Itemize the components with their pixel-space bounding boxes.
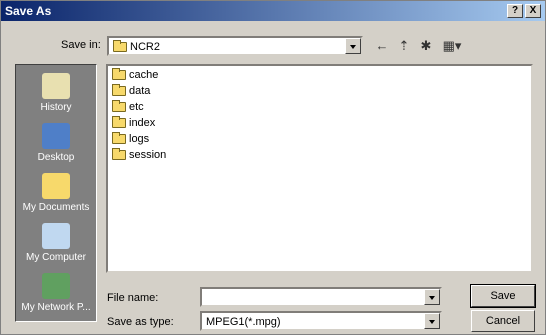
- file-list[interactable]: cache data etc index logs session: [106, 64, 533, 273]
- list-item[interactable]: session: [112, 148, 166, 162]
- folder-icon: [112, 132, 126, 145]
- list-item[interactable]: etc: [112, 100, 144, 114]
- save-as-type-dropdown[interactable]: MPEG1(*.mpg): [200, 311, 442, 331]
- folder-icon: [112, 68, 126, 81]
- cancel-button[interactable]: Cancel: [471, 310, 535, 332]
- new-folder-icon[interactable]: ✱: [417, 37, 435, 55]
- save-in-label: Save in:: [61, 39, 101, 51]
- help-button[interactable]: ?: [507, 4, 523, 18]
- file-name-label: File name:: [107, 292, 159, 304]
- window-title: Save As: [5, 4, 52, 18]
- my-computer-icon: [42, 223, 70, 249]
- chevron-down-icon[interactable]: [424, 313, 440, 329]
- list-item[interactable]: logs: [112, 132, 149, 146]
- desktop-icon: [42, 123, 70, 149]
- folder-icon: [112, 100, 126, 113]
- view-menu-icon[interactable]: ▦▾: [439, 37, 465, 55]
- title-bar: Save As ? X: [1, 1, 545, 21]
- close-button[interactable]: X: [525, 4, 541, 18]
- list-item[interactable]: data: [112, 84, 150, 98]
- history-icon: [42, 73, 70, 99]
- my-documents-icon: [42, 173, 70, 199]
- save-in-dropdown[interactable]: NCR2: [107, 36, 363, 56]
- place-history[interactable]: History: [16, 73, 96, 113]
- save-in-value: NCR2: [130, 41, 160, 53]
- chevron-down-icon[interactable]: [345, 38, 361, 54]
- list-item[interactable]: cache: [112, 68, 158, 82]
- save-as-type-label: Save as type:: [107, 316, 174, 328]
- back-icon[interactable]: ←: [373, 37, 391, 55]
- place-my-network-places[interactable]: My Network P...: [16, 273, 96, 313]
- my-network-places-icon: [42, 273, 70, 299]
- place-desktop[interactable]: Desktop: [16, 123, 96, 163]
- folder-icon: [112, 148, 126, 161]
- list-item[interactable]: index: [112, 116, 155, 130]
- up-folder-icon[interactable]: ⇡: [395, 37, 413, 55]
- folder-icon: [113, 40, 127, 53]
- file-name-input[interactable]: [200, 287, 442, 307]
- folder-icon: [112, 116, 126, 129]
- chevron-down-icon[interactable]: [424, 289, 440, 305]
- folder-icon: [112, 84, 126, 97]
- places-bar: History Desktop My Documents My Computer…: [15, 64, 97, 322]
- save-button[interactable]: Save: [470, 284, 536, 308]
- save-as-dialog: Save As ? X Save in: NCR2 ← ⇡ ✱ ▦▾ Histo…: [0, 0, 546, 335]
- place-my-computer[interactable]: My Computer: [16, 223, 96, 263]
- place-my-documents[interactable]: My Documents: [16, 173, 96, 213]
